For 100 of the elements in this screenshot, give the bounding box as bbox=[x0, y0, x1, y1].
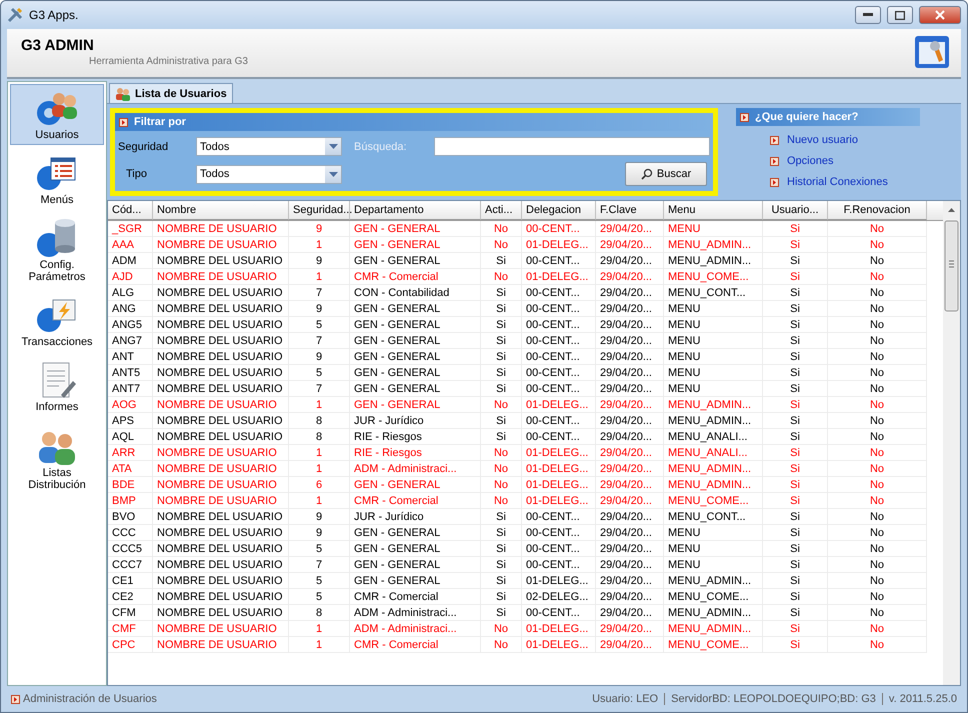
column-header[interactable]: Departamento bbox=[350, 201, 481, 220]
column-header[interactable]: Nombre bbox=[153, 201, 289, 220]
sidebar-item[interactable]: Menús bbox=[10, 149, 104, 210]
sidebar-item[interactable]: Listas Distribución bbox=[10, 422, 104, 495]
table-cell: Si bbox=[481, 317, 522, 333]
table-cell: NOMBRE DE USUARIO bbox=[153, 221, 289, 237]
table-cell: GEN - GENERAL bbox=[350, 573, 481, 589]
table-cell: CE1 bbox=[108, 573, 153, 589]
table-cell: 1 bbox=[289, 397, 350, 413]
bullet-icon bbox=[770, 156, 779, 166]
table-cell: No bbox=[828, 637, 927, 653]
sidebar-item[interactable]: Transacciones bbox=[10, 291, 104, 352]
sidebar-item[interactable]: Usuarios bbox=[10, 84, 104, 146]
table-cell: 29/04/20... bbox=[596, 541, 664, 557]
table-cell: Si bbox=[763, 493, 828, 509]
table-cell: No bbox=[828, 317, 927, 333]
table-cell: MENU_ADMIN... bbox=[664, 253, 763, 269]
dropdown[interactable]: Todos bbox=[196, 164, 342, 184]
table-cell: Si bbox=[763, 573, 828, 589]
table-cell: NOMBRE DEL USUARIO bbox=[153, 429, 289, 445]
column-header[interactable]: Delegacion bbox=[522, 201, 596, 220]
table-cell: 1 bbox=[289, 269, 350, 285]
table-cell: Si bbox=[763, 349, 828, 365]
table-cell: Si bbox=[481, 365, 522, 381]
minimize-button[interactable] bbox=[855, 6, 881, 24]
table-cell: MENU_ANALI... bbox=[664, 445, 763, 461]
table-cell: 01-DELEG... bbox=[522, 477, 596, 493]
column-header[interactable]: Usuario... bbox=[763, 201, 828, 220]
table-cell: 00-CENT... bbox=[522, 365, 596, 381]
bullet-icon bbox=[119, 118, 128, 126]
dropdown[interactable]: Todos bbox=[196, 137, 342, 156]
scrollbar[interactable] bbox=[943, 201, 960, 685]
table-cell: 1 bbox=[289, 461, 350, 477]
table-cell: CMR - Comercial bbox=[350, 589, 481, 605]
table-cell: ANT5 bbox=[108, 365, 153, 381]
table-cell: MENU_ADMIN... bbox=[664, 397, 763, 413]
table-cell: GEN - GENERAL bbox=[350, 301, 481, 317]
table-cell: MENU bbox=[664, 301, 763, 317]
table-cell: NOMBRE DEL USUARIO bbox=[153, 413, 289, 429]
table-cell: CCC5 bbox=[108, 541, 153, 557]
column-header[interactable]: F.Clave bbox=[596, 201, 664, 220]
table-cell: MENU bbox=[664, 525, 763, 541]
column-header[interactable]: Cód... bbox=[108, 201, 153, 220]
table-cell: NOMBRE DEL USUARIO bbox=[153, 333, 289, 349]
table-cell: MENU_ADMIN... bbox=[664, 605, 763, 621]
table-cell: No bbox=[828, 237, 927, 253]
table-cell: 01-DELEG... bbox=[522, 573, 596, 589]
table-cell: Si bbox=[763, 461, 828, 477]
table-cell: Si bbox=[481, 509, 522, 525]
maximize-button[interactable] bbox=[887, 6, 913, 24]
table-cell: CCC7 bbox=[108, 557, 153, 573]
table-cell: GEN - GENERAL bbox=[350, 365, 481, 381]
table-cell: MENU_ADMIN... bbox=[664, 621, 763, 637]
sidebar-item[interactable]: Config. Parámetros bbox=[10, 214, 104, 288]
sidebar-item[interactable]: Informes bbox=[10, 356, 104, 418]
table-cell: GEN - GENERAL bbox=[350, 525, 481, 541]
table-cell: CCC bbox=[108, 525, 153, 541]
close-button[interactable] bbox=[919, 6, 961, 24]
status-server: ServidorBD: LEOPOLDOEQUIPO;BD: G3 bbox=[664, 693, 876, 705]
column-header[interactable]: F.Renovacion bbox=[828, 201, 927, 220]
table-cell: NOMBRE DE USUARIO bbox=[153, 621, 289, 637]
table-cell: 00-CENT... bbox=[522, 413, 596, 429]
action-link[interactable]: Historial Conexiones bbox=[770, 176, 926, 188]
action-link[interactable]: Opciones bbox=[770, 155, 926, 167]
column-header[interactable]: Seguridad... bbox=[289, 201, 350, 220]
search-button[interactable]: Buscar bbox=[625, 162, 707, 186]
table-cell: GEN - GENERAL bbox=[350, 237, 481, 253]
table-cell: No bbox=[828, 461, 927, 477]
table-cell: MENU bbox=[664, 541, 763, 557]
table-cell: 01-DELEG... bbox=[522, 445, 596, 461]
table-cell: CMR - Comercial bbox=[350, 637, 481, 653]
table-cell: No bbox=[828, 589, 927, 605]
table-cell: 29/04/20... bbox=[596, 221, 664, 237]
search-field[interactable] bbox=[434, 137, 710, 156]
table-cell: No bbox=[481, 493, 522, 509]
table-cell: JUR - Jurídico bbox=[350, 413, 481, 429]
table-cell: MENU_COME... bbox=[664, 637, 763, 653]
table-cell: 5 bbox=[289, 589, 350, 605]
column-header[interactable]: Acti... bbox=[481, 201, 522, 220]
table-cell: Si bbox=[763, 541, 828, 557]
table-cell: RIE - Riesgos bbox=[350, 429, 481, 445]
table-cell: Si bbox=[763, 525, 828, 541]
table-cell: 9 bbox=[289, 349, 350, 365]
action-link[interactable]: Nuevo usuario bbox=[770, 134, 926, 146]
tab[interactable]: Lista de Usuarios bbox=[109, 83, 233, 103]
table-cell: 00-CENT... bbox=[522, 349, 596, 365]
status-text: Administración de Usuarios bbox=[23, 693, 157, 705]
table-cell: No bbox=[828, 285, 927, 301]
table-cell: 29/04/20... bbox=[596, 333, 664, 349]
table-cell: No bbox=[828, 429, 927, 445]
table-cell: 6 bbox=[289, 477, 350, 493]
table-cell: MENU_CONT... bbox=[664, 509, 763, 525]
table-cell: No bbox=[828, 493, 927, 509]
table-cell: 29/04/20... bbox=[596, 621, 664, 637]
table-cell: MENU bbox=[664, 365, 763, 381]
column-header[interactable]: Menu bbox=[664, 201, 763, 220]
table-cell: MENU bbox=[664, 557, 763, 573]
table-cell: 01-DELEG... bbox=[522, 269, 596, 285]
table-cell: 29/04/20... bbox=[596, 493, 664, 509]
table-cell: Si bbox=[763, 397, 828, 413]
